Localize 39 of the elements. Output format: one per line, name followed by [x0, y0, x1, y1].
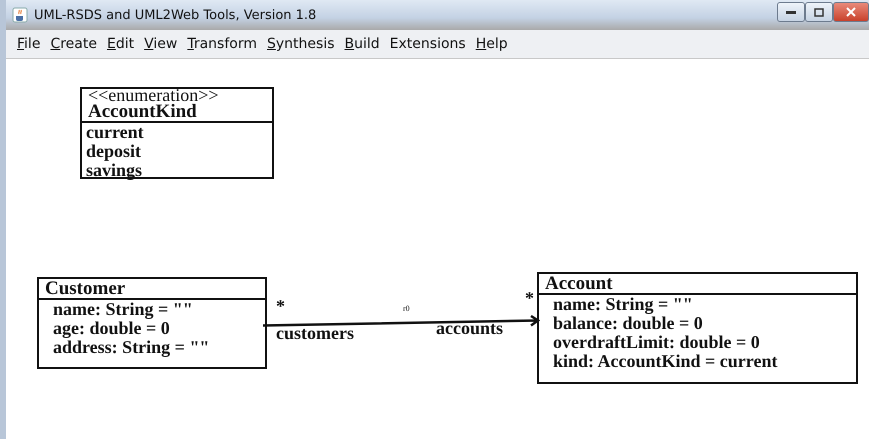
class-box[interactable]: <<enumeration>> AccountKind current deposit savings: [80, 87, 274, 179]
role-label: accounts: [436, 319, 503, 337]
class-box[interactable]: Account name: String = "" balance: double = 0 overdraftLimit: double = 0 kind: AccountKind = current: [537, 272, 858, 384]
class-member: deposit: [86, 142, 142, 161]
class-member: kind: AccountKind = current: [553, 352, 778, 371]
class-member: balance: double = 0: [553, 314, 704, 333]
stereotype-label: <<enumeration>>: [87, 89, 220, 102]
maximize-button[interactable]: [805, 2, 833, 22]
menu-item[interactable]: View: [139, 36, 182, 52]
multiplicity-label: *: [276, 297, 285, 315]
maximize-icon: [814, 8, 824, 16]
minimize-button[interactable]: [777, 2, 805, 22]
menu-item[interactable]: Synthesis: [262, 36, 340, 52]
java-cup-icon: [12, 7, 28, 23]
class-member: overdraftLimit: double = 0: [553, 333, 761, 352]
menu-item[interactable]: Transform: [182, 36, 262, 52]
association-name: r0: [403, 305, 410, 313]
class-member: name: String = "": [553, 295, 694, 314]
menu-item[interactable]: File: [12, 36, 46, 52]
close-icon: [846, 7, 856, 17]
role-label: customers: [276, 324, 354, 342]
class-name: AccountKind: [87, 102, 197, 121]
class-box[interactable]: Customer name: String = "" age: double = 0 address: String = "": [37, 277, 267, 369]
class-member: savings: [86, 161, 144, 180]
class-name: Account: [544, 274, 614, 293]
class-member: age: double = 0: [53, 319, 171, 338]
menu-item[interactable]: Create: [45, 36, 102, 52]
class-name: Customer: [44, 279, 126, 298]
class-member: current: [86, 123, 145, 142]
menu-item[interactable]: Build: [340, 36, 385, 52]
window-title: UML-RSDS and UML2Web Tools, Version 1.8: [34, 8, 316, 22]
close-button[interactable]: [833, 2, 869, 22]
menu-item[interactable]: Edit: [102, 36, 140, 52]
minimize-icon: [786, 10, 796, 14]
menu-item[interactable]: Extensions: [384, 36, 471, 52]
menu-item[interactable]: Help: [470, 36, 513, 52]
class-member: address: String = "": [53, 338, 210, 357]
multiplicity-label: *: [525, 289, 534, 307]
class-member: name: String = "": [53, 300, 194, 319]
